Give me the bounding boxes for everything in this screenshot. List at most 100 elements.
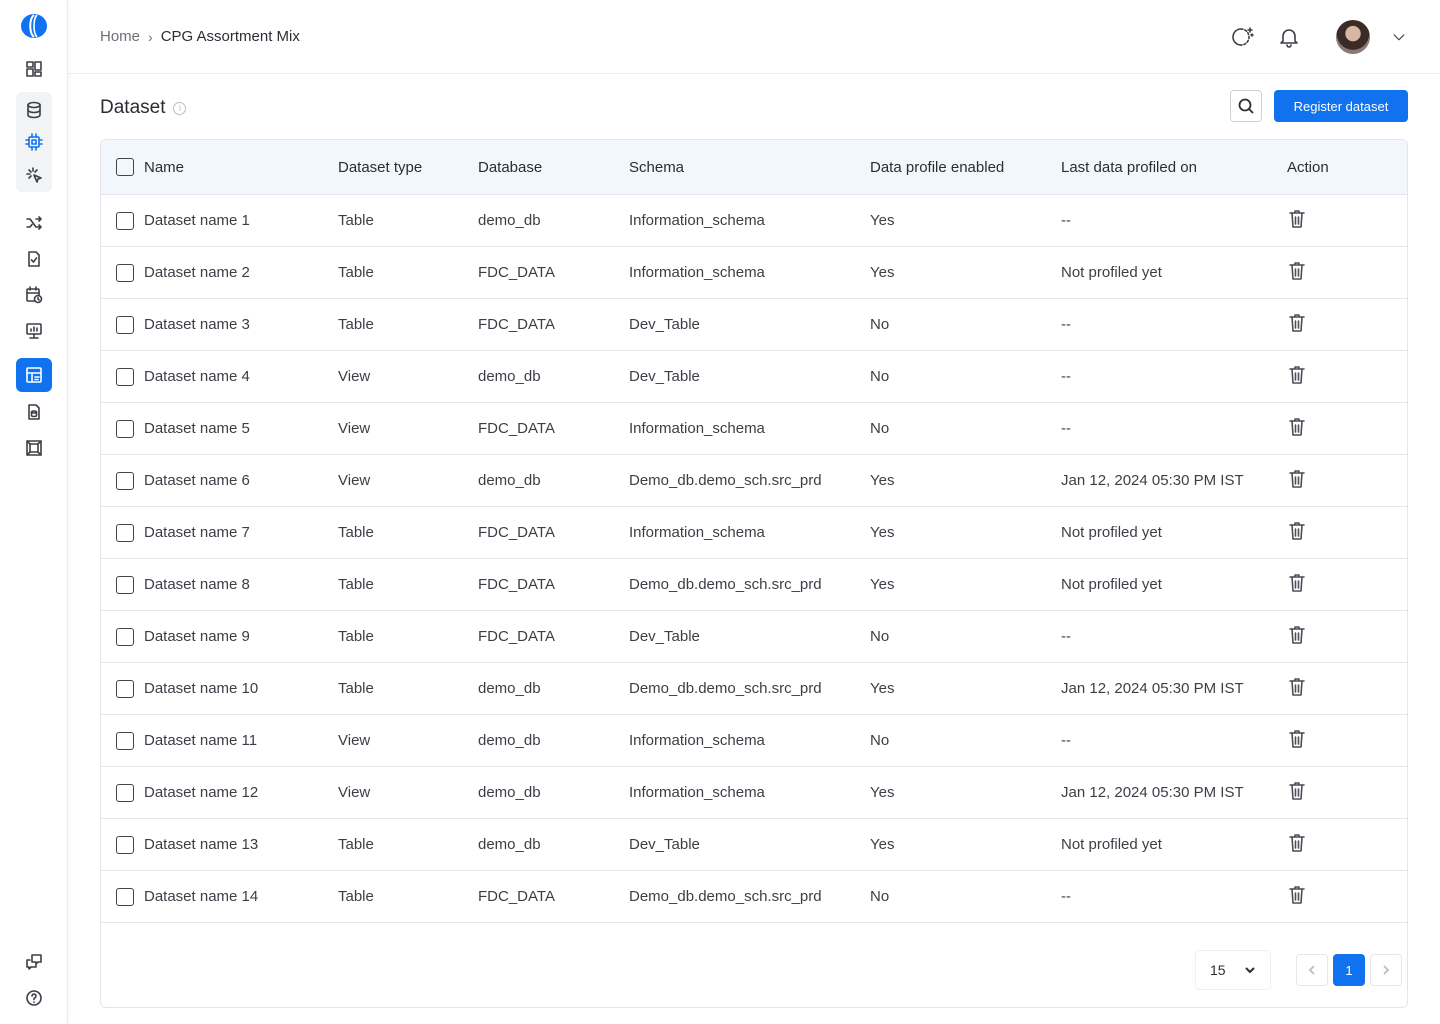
delete-button[interactable] xyxy=(1287,728,1347,754)
cell-database: FDC_DATA xyxy=(478,628,555,645)
col-action: Action xyxy=(1287,158,1329,176)
delete-button[interactable] xyxy=(1287,676,1347,702)
table-row[interactable]: Dataset name 3 Table FDC_DATA Dev_Table No -- xyxy=(101,299,1407,351)
row-checkbox[interactable] xyxy=(116,575,134,594)
theme-toggle-icon[interactable] xyxy=(1230,24,1256,50)
info-icon[interactable]: i xyxy=(173,101,187,115)
select-all-checkbox[interactable] xyxy=(116,158,134,176)
search-button[interactable] xyxy=(1230,90,1262,122)
row-checkbox[interactable] xyxy=(116,783,134,802)
row-checkbox[interactable] xyxy=(116,367,134,386)
app-logo[interactable] xyxy=(20,13,48,39)
col-database[interactable]: Database xyxy=(478,159,629,176)
cell-type: Table xyxy=(338,680,374,697)
page-button-current[interactable]: 1 xyxy=(1333,954,1365,986)
table-row[interactable]: Dataset name 7 Table FDC_DATA Information_s… xyxy=(101,507,1407,559)
table-row[interactable]: Dataset name 9 Table FDC_DATA Dev_Table No -- xyxy=(101,611,1407,663)
delete-button[interactable] xyxy=(1287,260,1347,286)
table-row[interactable]: Dataset name 12 View demo_db Information_sc… xyxy=(101,767,1407,819)
cell-schema: Demo_db.demo_sch.src_prd xyxy=(629,576,822,593)
database-icon xyxy=(27,101,41,119)
table-row[interactable]: Dataset name 6 View demo_db Demo_db.demo_sc… xyxy=(101,455,1407,507)
delete-button[interactable] xyxy=(1287,416,1347,442)
cell-type: View xyxy=(338,420,371,437)
delete-button[interactable] xyxy=(1287,572,1347,598)
prev-page-button[interactable] xyxy=(1296,954,1328,986)
table-row[interactable]: Dataset name 13 Table demo_db Dev_Table Yes N… xyxy=(101,819,1407,871)
delete-button[interactable] xyxy=(1287,468,1347,494)
bell-icon[interactable] xyxy=(1276,24,1302,50)
col-type[interactable]: Dataset type xyxy=(338,159,478,176)
sidebar-item-chat[interactable] xyxy=(16,945,52,979)
delete-button[interactable] xyxy=(1287,208,1347,234)
page-title-row: Dataset i xyxy=(100,97,187,119)
cell-name: Dataset name 3 xyxy=(144,316,250,333)
row-checkbox[interactable] xyxy=(116,419,134,438)
sidebar-item-document[interactable] xyxy=(16,395,52,429)
delete-button[interactable] xyxy=(1287,624,1347,650)
trash-icon xyxy=(1289,469,1305,488)
cell-last-profiled: Not profiled yet xyxy=(1061,524,1162,541)
row-checkbox[interactable] xyxy=(116,523,134,542)
breadcrumb-home[interactable]: Home xyxy=(100,28,140,45)
sidebar-item-datasets[interactable] xyxy=(16,358,52,392)
col-profile[interactable]: Data profile enabled xyxy=(870,159,1061,176)
trash-icon xyxy=(1289,573,1305,592)
sidebar-item-dashboard[interactable] xyxy=(16,52,52,86)
row-checkbox[interactable] xyxy=(116,887,134,906)
col-last-profiled[interactable]: Last data profiled on xyxy=(1061,159,1287,176)
shuffle-icon xyxy=(26,216,42,230)
cell-database: demo_db xyxy=(478,472,541,489)
cell-profile: No xyxy=(870,888,890,905)
cell-type: Table xyxy=(338,576,374,593)
row-checkbox[interactable] xyxy=(116,679,134,698)
sidebar-item-frame[interactable] xyxy=(16,431,52,465)
sidebar-item-file-check[interactable] xyxy=(16,242,52,276)
register-dataset-button[interactable]: Register dataset xyxy=(1274,90,1408,122)
delete-button[interactable] xyxy=(1287,780,1347,806)
table-row[interactable]: Dataset name 2 Table FDC_DATA Information_s… xyxy=(101,247,1407,299)
table-row[interactable]: Dataset name 1 Table demo_db Information_sc… xyxy=(101,195,1407,247)
search-icon xyxy=(1238,98,1254,114)
col-name[interactable]: Name xyxy=(144,159,338,176)
table-row[interactable]: Dataset name 14 Table FDC_DATA Demo_db.demo… xyxy=(101,871,1407,923)
sidebar-item-database[interactable] xyxy=(16,93,52,127)
sidebar-item-sparkle[interactable] xyxy=(16,158,52,192)
delete-button[interactable] xyxy=(1287,312,1347,338)
col-schema[interactable]: Schema xyxy=(629,159,870,176)
next-page-button[interactable] xyxy=(1370,954,1402,986)
row-checkbox[interactable] xyxy=(116,627,134,646)
table-row[interactable]: Dataset name 8 Table FDC_DATA Demo_db.demo_… xyxy=(101,559,1407,611)
cell-database: FDC_DATA xyxy=(478,888,555,905)
row-checkbox[interactable] xyxy=(116,835,134,854)
cell-type: Table xyxy=(338,524,374,541)
sidebar-item-chip[interactable] xyxy=(16,125,52,159)
cell-database: demo_db xyxy=(478,836,541,853)
table-row[interactable]: Dataset name 10 Table demo_db Demo_db.demo_… xyxy=(101,663,1407,715)
cell-database: demo_db xyxy=(478,732,541,749)
sidebar-item-shuffle[interactable] xyxy=(16,206,52,240)
row-checkbox[interactable] xyxy=(116,263,134,282)
sidebar-item-calendar[interactable] xyxy=(16,278,52,312)
sidebar-item-monitor[interactable] xyxy=(16,314,52,348)
page-size-select[interactable]: 15 xyxy=(1195,950,1271,990)
table-row[interactable]: Dataset name 4 View demo_db Dev_Table No -- xyxy=(101,351,1407,403)
table-row[interactable]: Dataset name 5 View FDC_DATA Information_sc… xyxy=(101,403,1407,455)
row-checkbox[interactable] xyxy=(116,731,134,750)
cell-database: demo_db xyxy=(478,368,541,385)
delete-button[interactable] xyxy=(1287,520,1347,546)
cell-database: FDC_DATA xyxy=(478,420,555,437)
avatar[interactable] xyxy=(1336,20,1370,54)
trash-icon xyxy=(1289,729,1305,748)
row-checkbox[interactable] xyxy=(116,211,134,230)
sidebar-item-help[interactable] xyxy=(16,981,52,1015)
delete-button[interactable] xyxy=(1287,832,1347,858)
cell-profile: No xyxy=(870,628,890,645)
delete-button[interactable] xyxy=(1287,364,1347,390)
row-checkbox[interactable] xyxy=(116,315,134,334)
cell-type: View xyxy=(338,784,371,801)
chevron-down-icon[interactable] xyxy=(1390,28,1408,46)
table-row[interactable]: Dataset name 11 View demo_db Information_sc… xyxy=(101,715,1407,767)
row-checkbox[interactable] xyxy=(116,471,134,490)
delete-button[interactable] xyxy=(1287,884,1347,910)
